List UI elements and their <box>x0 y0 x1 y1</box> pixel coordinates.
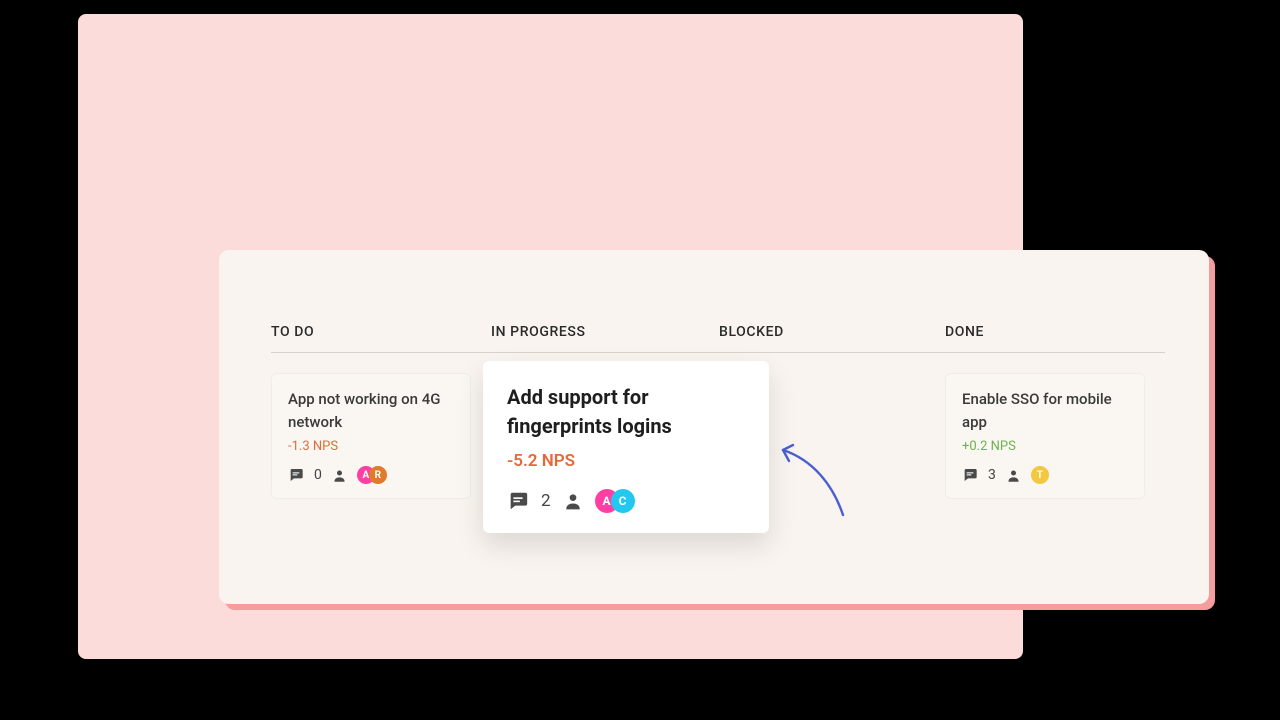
card-meta: 2 AC <box>507 489 745 513</box>
user-icon <box>332 468 347 483</box>
card-nps: -1.3 NPS <box>288 439 454 454</box>
comments-icon <box>507 490 529 512</box>
card-done[interactable]: Enable SSO for mobile app +0.2 NPS 3 T <box>945 373 1145 499</box>
card-nps: -5.2 NPS <box>507 451 745 471</box>
card-title: App not working on 4G network <box>288 388 454 433</box>
column-header-in-progress[interactable]: IN PROGRESS <box>491 324 719 340</box>
lane-todo: App not working on 4G network -1.3 NPS 0… <box>271 353 491 499</box>
kanban-board: TO DO IN PROGRESS BLOCKED DONE App not w… <box>219 250 1209 604</box>
board-lane: App not working on 4G network -1.3 NPS 0… <box>271 353 1165 499</box>
assignee-avatars: AR <box>357 466 387 484</box>
assignee-avatars: AC <box>595 489 635 513</box>
card-meta: 0 AR <box>288 466 454 484</box>
avatar[interactable]: T <box>1031 466 1049 484</box>
comments-icon <box>962 467 978 483</box>
card-meta: 3 T <box>962 466 1128 484</box>
avatar[interactable]: R <box>369 466 387 484</box>
card-title: Add support for fingerprints logins <box>507 383 745 441</box>
comments-count: 3 <box>988 467 996 483</box>
assignee-avatars: T <box>1031 466 1049 484</box>
column-header-done[interactable]: DONE <box>945 324 1165 340</box>
card-nps: +0.2 NPS <box>962 439 1128 454</box>
card-title: Enable SSO for mobile app <box>962 388 1128 433</box>
comments-count: 0 <box>314 467 322 483</box>
card-todo[interactable]: App not working on 4G network -1.3 NPS 0… <box>271 373 471 499</box>
avatar[interactable]: C <box>611 489 635 513</box>
column-header-blocked[interactable]: BLOCKED <box>719 324 945 340</box>
comments-icon <box>288 467 304 483</box>
card-in-progress[interactable]: Add support for fingerprints logins -5.2… <box>483 361 769 533</box>
comments-count: 2 <box>541 491 551 511</box>
lane-done: Enable SSO for mobile app +0.2 NPS 3 T <box>945 353 1165 499</box>
column-headers: TO DO IN PROGRESS BLOCKED DONE <box>271 324 1165 353</box>
user-icon <box>563 491 583 511</box>
column-header-todo[interactable]: TO DO <box>271 324 491 340</box>
user-icon <box>1006 468 1021 483</box>
